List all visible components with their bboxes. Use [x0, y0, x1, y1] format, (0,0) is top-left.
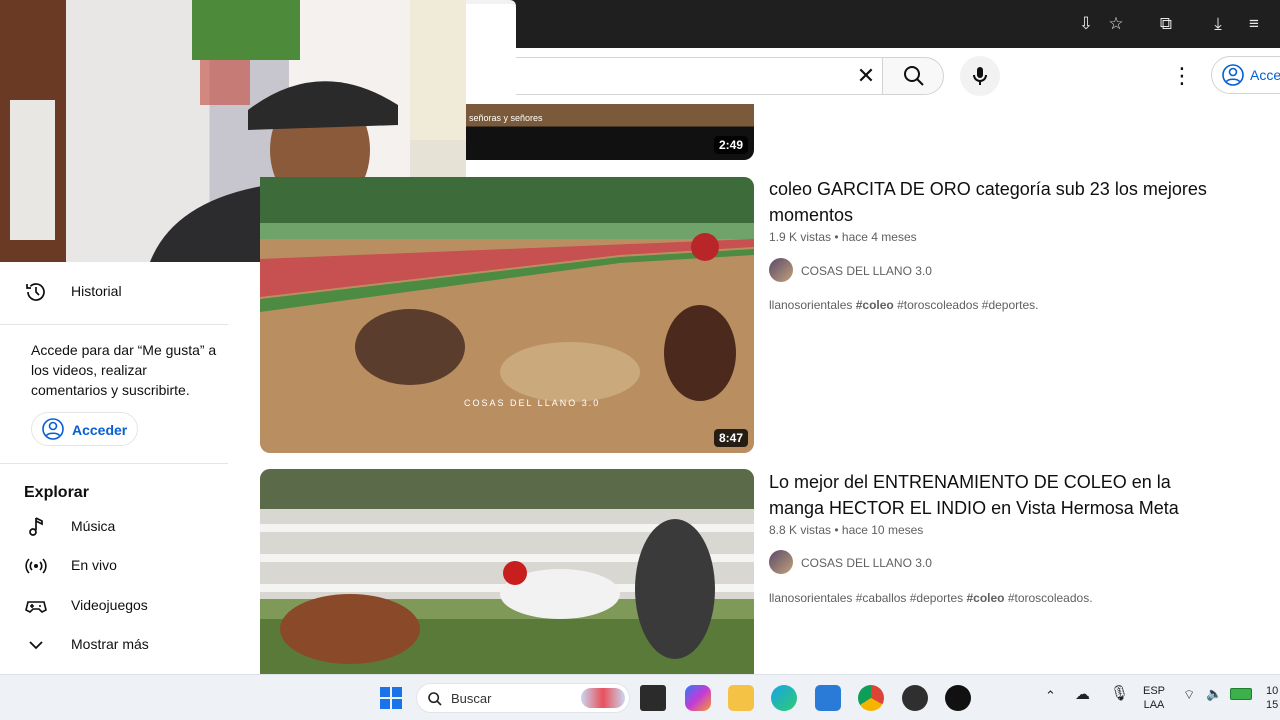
browser-toolbar: ⇩ ☆ ⧉ ⤓ ≡ — [466, 0, 1280, 48]
clear-search-icon[interactable]: ✕ — [852, 63, 880, 89]
sidebar-item-label: Música — [71, 518, 116, 534]
video-title[interactable]: Lo mejor del ENTRENAMIENTO DE COLEO en l… — [769, 469, 1229, 521]
desc-text: #toroscoleados. — [1004, 591, 1093, 605]
search-icon — [904, 66, 924, 86]
thumbnail-image — [260, 177, 754, 453]
explore-section-title: Explorar — [24, 484, 89, 501]
bookmark-star-icon[interactable]: ☆ — [1104, 12, 1128, 36]
history-icon — [26, 283, 45, 301]
thumbnail-overlay-text: señoras y señores — [469, 113, 543, 123]
search-button[interactable] — [882, 57, 944, 95]
search-highlight-image — [581, 688, 625, 708]
video-thumbnail-previous[interactable]: señoras y señores 2:49 — [466, 104, 754, 160]
sidebar-item-history[interactable]: Historial — [12, 272, 228, 312]
gamepad-icon — [25, 601, 47, 613]
desc-highlight: #coleo — [855, 298, 894, 312]
desc-text: llanosorientales #caballos #deportes — [769, 591, 967, 605]
taskbar-search-label: Buscar — [451, 691, 492, 706]
desc-highlight: #coleo — [966, 591, 1005, 605]
sidebar-sign-in-button[interactable]: Acceder — [31, 412, 138, 446]
file-explorer-icon[interactable] — [728, 685, 754, 711]
edge-browser-icon[interactable] — [771, 685, 797, 711]
sidebar-item-live[interactable]: En vivo — [12, 546, 228, 586]
view-count: 8.8 K vistas — [769, 523, 832, 537]
voice-search-button[interactable] — [960, 56, 1000, 96]
search-icon — [428, 692, 442, 706]
video-thumbnail[interactable]: COSAS DEL LLANO 3.0 8:47 — [260, 177, 754, 453]
onedrive-cloud-icon[interactable]: ☁ — [1075, 687, 1090, 702]
sidebar-item-gaming[interactable]: Videojuegos — [12, 586, 228, 626]
windows-start-icon[interactable] — [378, 685, 404, 711]
channel-avatar[interactable] — [769, 258, 793, 282]
sidebar-divider — [0, 324, 228, 325]
sign-in-button[interactable]: Acceder — [1211, 56, 1280, 94]
microphone-icon — [973, 67, 987, 85]
tiktok-icon[interactable] — [945, 685, 971, 711]
video-description: llanosorientales #coleo #toroscoleados #… — [769, 298, 1039, 312]
copilot-icon[interactable] — [685, 685, 711, 711]
sidebar-item-label: Videojuegos — [71, 597, 148, 613]
volume-icon[interactable]: 🔈 — [1206, 687, 1222, 701]
task-view-icon[interactable] — [640, 685, 666, 711]
video-thumbnail[interactable] — [260, 469, 754, 674]
sign-in-label: Acceder — [1250, 67, 1280, 83]
thumbnail-image — [260, 469, 754, 674]
clock-time: 10 — [1266, 685, 1279, 697]
sidebar-item-music[interactable]: Música — [12, 507, 228, 547]
download-icon[interactable]: ⤓ — [1206, 12, 1230, 36]
sidebar-item-label: Historial — [71, 283, 122, 299]
channel-name[interactable]: COSAS DEL LLANO 3.0 — [801, 556, 932, 570]
chevron-down-icon — [29, 641, 43, 650]
language-code: ESP — [1142, 685, 1165, 697]
video-meta: 1.9 K vistas • hace 4 meses — [769, 230, 917, 244]
language-indicator[interactable]: ESP LAA — [1138, 684, 1170, 712]
sidebar-item-label: Mostrar más — [71, 636, 149, 652]
desc-text: #toroscoleados #deportes. — [893, 298, 1039, 312]
channel-name[interactable]: COSAS DEL LLANO 3.0 — [801, 264, 932, 278]
channel-avatar[interactable] — [769, 550, 793, 574]
music-note-icon — [29, 517, 43, 536]
live-icon — [25, 558, 47, 574]
account-icon — [42, 418, 64, 440]
microsoft-store-icon[interactable] — [815, 685, 841, 711]
sidebar-divider — [0, 463, 228, 464]
view-count: 1.9 K vistas — [769, 230, 832, 244]
microphone-tray-icon[interactable]: 🎙 — [1110, 686, 1129, 701]
video-description: llanosorientales #caballos #deportes #co… — [769, 591, 1093, 605]
wifi-icon[interactable]: ⌔ — [1183, 688, 1195, 702]
sign-in-label: Acceder — [72, 422, 128, 438]
sidebar-item-label: En vivo — [71, 557, 117, 573]
clock-date: 15 — [1266, 699, 1279, 711]
show-hidden-icons-chevron-icon[interactable]: ⌃ — [1045, 689, 1056, 703]
sidebar-item-show-more[interactable]: Mostrar más — [12, 625, 228, 665]
sign-in-promo-text: Accede para dar “Me gusta” a los videos,… — [31, 342, 217, 398]
battery-icon[interactable] — [1230, 688, 1252, 700]
search-input[interactable] — [516, 57, 882, 95]
obs-icon[interactable] — [902, 685, 928, 711]
upload-age: hace 10 meses — [841, 523, 924, 537]
settings-menu-icon[interactable]: ⋮ — [1170, 62, 1194, 90]
taskbar-search-box[interactable]: Buscar — [416, 683, 630, 713]
thumbnail-watermark: COSAS DEL LLANO 3.0 — [464, 398, 601, 408]
chrome-icon[interactable] — [858, 685, 884, 711]
install-app-icon[interactable]: ⇩ — [1074, 12, 1098, 36]
system-clock[interactable]: 10 15 — [1266, 684, 1280, 712]
video-title[interactable]: coleo GARCITA DE ORO categoría sub 23 lo… — [769, 176, 1229, 228]
keyboard-layout: LAA — [1143, 699, 1165, 711]
extensions-icon[interactable]: ⧉ — [1154, 12, 1178, 36]
desc-text: llanosorientales — [769, 298, 856, 312]
windows-taskbar: Buscar ⌃ ☁ 🎙 ESP LAA ⌔ 🔈 10 15 — [0, 674, 1280, 720]
reading-list-icon[interactable]: ≡ — [1242, 12, 1266, 36]
upload-age: hace 4 meses — [841, 230, 917, 244]
duration-badge: 8:47 — [713, 429, 748, 447]
duration-badge: 2:49 — [713, 136, 748, 154]
video-meta: 8.8 K vistas • hace 10 meses — [769, 523, 924, 537]
account-icon — [1222, 64, 1244, 86]
